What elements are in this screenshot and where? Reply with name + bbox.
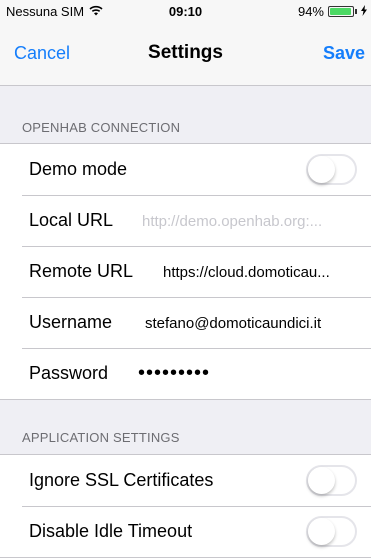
save-button[interactable]: Save	[323, 43, 365, 64]
disable-idle-toggle[interactable]	[306, 516, 357, 547]
demo-mode-toggle[interactable]	[306, 154, 357, 185]
password-row: Password •••••••••	[0, 348, 371, 399]
username-row: Username stefano@domoticaundici.it	[0, 297, 371, 348]
application-settings-group: Ignore SSL Certificates Disable Idle Tim…	[0, 454, 371, 558]
remote-url-field[interactable]: https://cloud.domoticau...	[163, 264, 359, 281]
navigation-bar: Cancel Settings Save	[0, 22, 371, 86]
ignore-ssl-toggle[interactable]	[306, 465, 357, 496]
toggle-knob	[308, 467, 335, 494]
password-field[interactable]: •••••••••	[138, 362, 359, 385]
ignore-ssl-label: Ignore SSL Certificates	[29, 470, 214, 490]
section-header-application-settings: APPLICATION SETTINGS	[22, 430, 180, 445]
battery-percent: 94%	[297, 4, 324, 19]
disable-idle-label: Disable Idle Timeout	[29, 521, 193, 541]
remote-url-row: Remote URL https://cloud.domoticau...	[0, 246, 371, 297]
status-bar: Nessuna SIM 09:10 94%	[0, 0, 371, 22]
demo-mode-row: Demo mode	[0, 144, 371, 195]
page-title: Settings	[148, 42, 223, 63]
local-url-row: Local URL http://demo.openhab.org:...	[0, 195, 371, 246]
demo-mode-label: Demo mode	[29, 159, 128, 179]
battery-tip	[355, 9, 357, 14]
charging-icon	[361, 4, 367, 19]
username-label: Username	[29, 312, 113, 332]
battery-icon	[328, 6, 354, 17]
password-label: Password	[29, 363, 109, 383]
local-url-field[interactable]: http://demo.openhab.org:...	[142, 213, 359, 230]
local-url-label: Local URL	[29, 210, 114, 230]
disable-idle-row: Disable Idle Timeout	[0, 506, 371, 557]
toggle-knob	[308, 518, 335, 545]
ignore-ssl-row: Ignore SSL Certificates	[0, 455, 371, 506]
battery-status: 94%	[298, 4, 367, 19]
section-header-openhab-connection: OPENHAB CONNECTION	[22, 120, 181, 135]
openhab-connection-group: Demo mode Local URL http://demo.openhab.…	[0, 143, 371, 400]
toggle-knob	[308, 156, 335, 183]
username-field[interactable]: stefano@domoticaundici.it	[145, 315, 359, 332]
battery-fill	[330, 8, 351, 15]
remote-url-label: Remote URL	[29, 261, 134, 281]
